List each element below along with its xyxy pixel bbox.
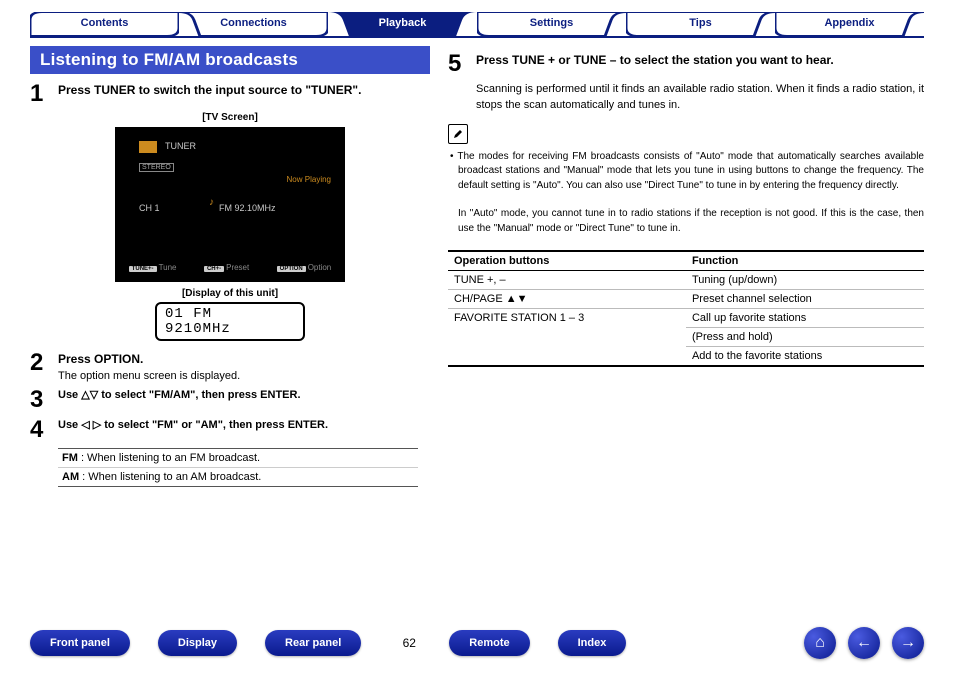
tv-stereo-badge: STEREO [139, 163, 174, 172]
tv-foot-option: OPTIONOption [277, 263, 332, 272]
opt-cell: CH/PAGE ▲▼ [448, 290, 686, 309]
footer-bar: Front panel Display Rear panel 62 Remote… [30, 627, 924, 659]
step-1: 1 Press TUNER to switch the input source… [30, 82, 430, 106]
step-title: Press TUNE + or TUNE – to select the sta… [476, 52, 924, 69]
note-icon [448, 124, 468, 144]
home-icon[interactable]: ⌂ [804, 627, 836, 659]
step-title: Use △▽ to select "FM/AM", then press ENT… [58, 388, 430, 403]
tab-settings[interactable]: Settings [477, 12, 626, 36]
section-heading: Listening to FM/AM broadcasts [30, 46, 430, 74]
top-nav: Contents Connections Playback Settings T… [30, 12, 924, 38]
opt-cell: TUNE +, – [448, 271, 686, 290]
step-desc: The option menu screen is displayed. [58, 370, 430, 382]
am-row: AM : When listening to an AM broadcast. [58, 468, 418, 486]
opt-cell: Preset channel selection [686, 290, 924, 309]
tv-tuner-text: TUNER [165, 141, 196, 151]
scan-description: Scanning is performed until it finds an … [476, 82, 924, 114]
note-bullet-2: In "Auto" mode, you cannot tune in to ra… [448, 207, 924, 236]
tab-label: Settings [530, 17, 573, 29]
display-button[interactable]: Display [158, 630, 237, 656]
remote-button[interactable]: Remote [449, 630, 529, 656]
tv-screen-preview: TUNER STEREO Now Playing CH 1 ♪ FM 92.10… [115, 127, 345, 282]
tv-foot-tune: TUNE+-Tune [129, 263, 177, 272]
tab-connections[interactable]: Connections [179, 12, 328, 36]
opt-cell: Tuning (up/down) [686, 271, 924, 290]
opt-cell: Call up favorite stations [686, 309, 924, 328]
operation-table: Operation buttonsFunction TUNE +, –Tunin… [448, 250, 924, 367]
step-title: Use ◁ ▷ to select "FM" or "AM", then pre… [58, 418, 430, 433]
tv-now-playing: Now Playing [287, 175, 331, 184]
tab-appendix[interactable]: Appendix [775, 12, 924, 36]
opt-header-function: Function [686, 251, 924, 271]
tv-foot-preset: CH+-Preset [204, 263, 249, 272]
unit-display-label: [Display of this unit] [30, 288, 430, 299]
rear-panel-button[interactable]: Rear panel [265, 630, 361, 656]
tab-label: Connections [220, 17, 287, 29]
tab-contents[interactable]: Contents [30, 12, 179, 36]
step-number: 3 [30, 388, 48, 412]
opt-cell: (Press and hold) [686, 328, 924, 347]
lcd-line2: 9210MHz [165, 322, 295, 337]
step-5: 5 Press TUNE + or TUNE – to select the s… [448, 52, 924, 76]
tab-tips[interactable]: Tips [626, 12, 775, 36]
step-2: 2 Press OPTION. The option menu screen i… [30, 351, 430, 382]
lcd-line1: 01 FM [165, 307, 295, 322]
step-number: 2 [30, 351, 48, 382]
fm-am-table: FM : When listening to an FM broadcast. … [58, 448, 418, 487]
front-panel-button[interactable]: Front panel [30, 630, 130, 656]
tv-channel: CH 1 [139, 203, 160, 213]
tv-frequency: FM 92.10MHz [219, 203, 276, 213]
tab-label: Tips [689, 17, 711, 29]
unit-lcd: 01 FM 9210MHz [155, 302, 305, 341]
opt-header-buttons: Operation buttons [448, 251, 686, 271]
step-3: 3 Use △▽ to select "FM/AM", then press E… [30, 388, 430, 412]
prev-page-icon[interactable]: ← [848, 627, 880, 659]
step-title: Press OPTION. [58, 351, 430, 368]
note-bullet-1: • The modes for receiving FM broadcasts … [448, 150, 924, 194]
step-number: 1 [30, 82, 48, 106]
page-number: 62 [389, 636, 429, 650]
step-4: 4 Use ◁ ▷ to select "FM" or "AM", then p… [30, 418, 430, 442]
step-number: 4 [30, 418, 48, 442]
tab-playback[interactable]: Playback [328, 12, 477, 36]
tab-label: Contents [81, 17, 129, 29]
tab-label: Playback [379, 17, 427, 29]
opt-cell: FAVORITE STATION 1 – 3 [448, 309, 686, 367]
tab-label: Appendix [824, 17, 874, 29]
tv-antenna-icon: ♪ [209, 197, 214, 208]
tuner-icon [139, 141, 157, 153]
tv-screen-label: [TV Screen] [30, 112, 430, 123]
index-button[interactable]: Index [558, 630, 627, 656]
fm-row: FM : When listening to an FM broadcast. [58, 449, 418, 468]
step-number: 5 [448, 52, 466, 76]
opt-cell: Add to the favorite stations [686, 347, 924, 367]
next-page-icon[interactable]: → [892, 627, 924, 659]
step-title: Press TUNER to switch the input source t… [58, 82, 430, 99]
